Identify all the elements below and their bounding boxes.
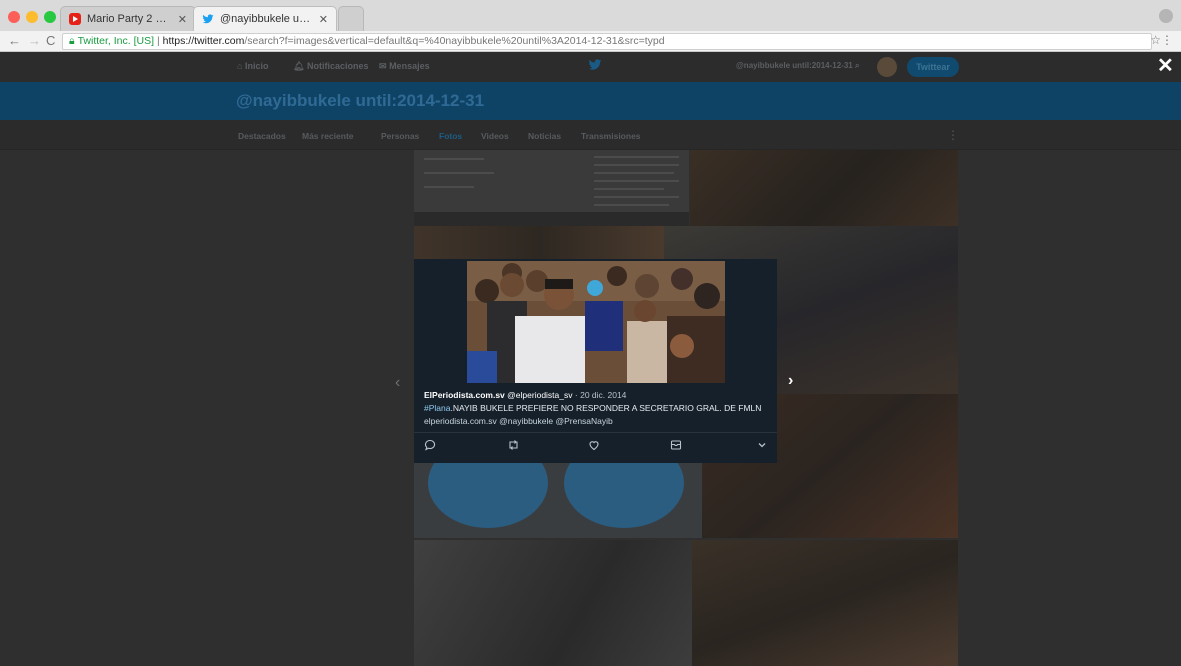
browser-menu-icon[interactable]: ⋮ [1161,33,1173,47]
tweet-text-block: ElPeriodista.com.sv @elperiodista_sv · 2… [424,389,774,428]
search-title: @nayibbukele until:2014-12-31 [236,91,485,110]
browser-tab-twitter[interactable]: @nayibbukele until:2014-12-31 ✕ [193,6,337,31]
photo-tile[interactable] [414,540,692,666]
twitter-top-nav: ⌂ Inicio 🔔︎ Notificaciones ✉ Mensajes @n… [0,52,1181,82]
photo-tile[interactable] [692,540,958,666]
new-tab-button[interactable] [338,6,364,31]
photo-lightbox: ElPeriodista.com.sv @elperiodista_sv · 2… [414,259,777,463]
browser-toolbar: ← → C 🔒︎ Twitter, Inc. [US] | https://twi… [0,31,1181,52]
photo-tile[interactable] [414,458,702,538]
direct-message-icon[interactable] [670,439,682,454]
tab-title: Mario Party 2 Board Game - Yo [87,13,174,25]
certificate-org: Twitter, Inc. [US] [77,35,155,47]
photo-tile[interactable] [414,226,664,262]
screen: Mario Party 2 Board Game - Yo ✕ @nayibbu… [0,0,1181,666]
filter-tab-personas[interactable]: Personas [381,131,419,141]
url-host: https://twitter.com [162,35,245,47]
search-filter-bar: Destacados Más reciente Personas Fotos V… [0,120,1181,150]
nav-home[interactable]: ⌂ Inicio [237,61,268,71]
tweet-byline: ElPeriodista.com.sv @elperiodista_sv · 2… [424,390,627,400]
envelope-icon: ✉ [379,61,387,71]
lock-icon: 🔒︎ [69,35,75,47]
tweet-actions [414,433,777,463]
nav-search-input[interactable]: @nayibbukele until:2014-12-31 ⌕ [736,61,859,71]
address-bar[interactable]: 🔒︎ Twitter, Inc. [US] | https://twitter.c… [62,33,1152,50]
like-heart-icon[interactable] [588,439,600,454]
hashtag-link[interactable]: #Plana [424,403,450,413]
search-icon: ⌕ [854,61,860,70]
reply-icon[interactable] [424,439,436,454]
maximize-window-button[interactable] [44,11,56,23]
filter-tab-noticias[interactable]: Noticias [528,131,561,141]
close-lightbox-icon[interactable]: ✕ [1157,55,1174,77]
home-icon: ⌂ [237,61,243,71]
tweet-links[interactable]: elperiodista.com.sv @nayibbukele @Prensa… [424,415,774,428]
url-path: /search?f=images&vertical=default&q=%40n… [244,35,665,47]
nav-notifications[interactable]: 🔔︎ Notificaciones [293,61,368,72]
close-window-button[interactable] [8,11,20,23]
more-options-icon[interactable]: ⋮ [947,128,959,142]
photo-tile[interactable] [414,150,689,226]
forward-arrow-icon[interactable]: → [28,33,41,48]
next-photo-icon[interactable]: › [788,372,793,390]
tweet-photo[interactable] [467,261,725,383]
author-handle[interactable]: @elperiodista_sv [507,390,572,400]
avatar[interactable] [877,57,897,77]
filter-tab-mas-reciente[interactable]: Más reciente [302,131,354,141]
filter-tab-transmisiones[interactable]: Transmisiones [581,131,641,141]
tab-title: @nayibbukele until:2014-12-31 [220,13,315,25]
filter-tab-destacados[interactable]: Destacados [238,131,286,141]
bookmark-star-icon[interactable]: ☆ [1150,33,1161,47]
tab-close-icon[interactable]: ✕ [319,13,328,26]
tweet-button[interactable]: Twittear [907,57,959,77]
previous-photo-icon[interactable]: ‹ [395,374,400,392]
youtube-icon [69,13,81,25]
browser-profile-icon[interactable] [1159,9,1173,23]
tweet-text: #Plana.NAYIB BUKELE PREFIERE NO RESPONDE… [424,403,762,413]
photo-tile[interactable] [690,150,958,226]
bell-icon: 🔔︎ [293,61,305,71]
retweet-icon[interactable] [507,439,520,454]
twitter-logo-icon[interactable] [588,59,602,74]
reload-icon[interactable]: C [46,33,55,48]
filter-tab-fotos[interactable]: Fotos [439,131,462,141]
search-header: @nayibbukele until:2014-12-31 [0,82,1181,120]
browser-tab-youtube[interactable]: Mario Party 2 Board Game - Yo ✕ [60,6,196,31]
filter-tab-videos[interactable]: Videos [481,131,509,141]
nav-messages[interactable]: ✉ Mensajes [379,61,430,72]
tweet-date[interactable]: 20 dic. 2014 [580,390,626,400]
back-arrow-icon[interactable]: ← [8,33,21,48]
tab-close-icon[interactable]: ✕ [178,13,187,26]
browser-tab-strip: Mario Party 2 Board Game - Yo ✕ @nayibbu… [0,0,1181,31]
twitter-bird-icon [202,13,214,25]
chevron-down-icon[interactable] [757,439,767,454]
minimize-window-button[interactable] [26,11,38,23]
author-name[interactable]: ElPeriodista.com.sv [424,390,505,400]
